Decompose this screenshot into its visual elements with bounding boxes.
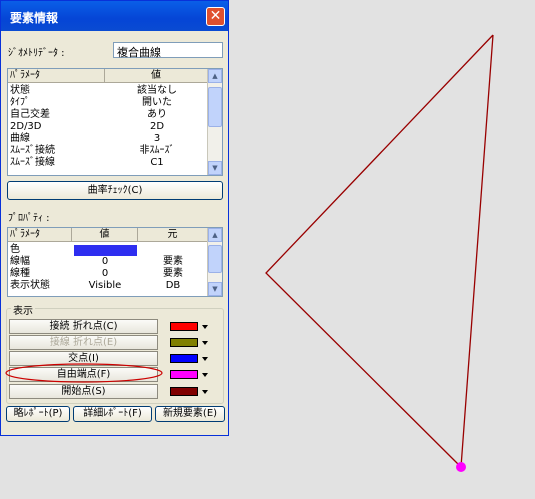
connect-vertex-color[interactable] <box>170 322 198 331</box>
table-row-value: C1 <box>150 157 164 168</box>
prop-row-param: 線幅 <box>10 256 30 267</box>
scroll-down-button[interactable]: ▼ <box>208 161 222 175</box>
start-point-button[interactable]: 開始点(S) <box>9 384 158 399</box>
table-row-value: 3 <box>153 133 161 144</box>
table-row-value: 非ｽﾑｰｽﾞ <box>139 145 175 156</box>
table-row-param: 曲線 <box>10 133 30 144</box>
chevron-down-icon: ▼ <box>212 164 218 172</box>
detail-report-button[interactable]: 詳細ﾚﾎﾟｰﾄ(F) <box>73 406 152 422</box>
parameter-table[interactable]: ﾊﾟﾗﾒｰﾀ 値 状態 該当なし ﾀｲﾌﾟ 開いた 自己交差 あり 2D/3D … <box>7 68 223 176</box>
table-row-value: 該当なし <box>137 85 177 96</box>
chevron-down-icon[interactable] <box>202 357 208 361</box>
chevron-down-icon[interactable] <box>202 373 208 377</box>
properties-scrollbar[interactable]: ▲ ▼ <box>207 228 222 296</box>
value-col-header[interactable]: 値 <box>105 69 208 83</box>
brief-report-button[interactable]: 略ﾚﾎﾟｰﾄ(P) <box>6 406 70 422</box>
table-row-param: 2D/3D <box>10 121 42 132</box>
table-row-value: 2D <box>149 121 165 132</box>
properties-table[interactable]: ﾊﾟﾗﾒｰﾀ 値 元 色 線幅 0 要素 線種 0 要素 表示状態 Visibl… <box>7 227 223 297</box>
geometry-field: 複合曲線 <box>113 42 223 59</box>
table-row-param: 自己交差 <box>10 109 50 120</box>
element-info-dialog: 要素情報 ✕ ｼﾞｵﾒﾄﾘﾃﾞｰﾀ : 複合曲線 ﾊﾟﾗﾒｰﾀ 値 状態 該当な… <box>0 0 229 436</box>
close-icon: ✕ <box>209 8 222 24</box>
prop-row-source: 要素 <box>163 268 183 279</box>
table-row-param: ｽﾑｰｽﾞ接線 <box>10 157 55 168</box>
table-row-value: あり <box>147 109 167 120</box>
free-endpoint-color[interactable] <box>170 370 198 379</box>
prop-row-param: 線種 <box>10 268 30 279</box>
tangent-vertex-button[interactable]: 接線 折れ点(E) <box>9 335 158 350</box>
prop-row-source: 要素 <box>163 256 183 267</box>
prop-row-value: 0 <box>101 268 109 279</box>
prop-row-source: DB <box>165 280 181 291</box>
intersection-color[interactable] <box>170 354 198 363</box>
chevron-down-icon: ▼ <box>212 285 218 293</box>
prop-param-col-header[interactable]: ﾊﾟﾗﾒｰﾀ <box>8 228 72 242</box>
chevron-up-icon: ▲ <box>212 72 218 80</box>
table-row-param: 状態 <box>10 85 30 96</box>
scroll-up-button[interactable]: ▲ <box>208 228 222 242</box>
highlight-ellipse <box>5 363 163 383</box>
chevron-down-icon[interactable] <box>202 390 208 394</box>
color-value-swatch[interactable] <box>74 245 137 256</box>
chevron-up-icon: ▲ <box>212 231 218 239</box>
prop-row-value: 0 <box>101 256 109 267</box>
chevron-down-icon[interactable] <box>202 341 208 345</box>
scroll-down-button[interactable]: ▼ <box>208 282 222 296</box>
prop-row-param: 色 <box>10 244 20 255</box>
chevron-down-icon[interactable] <box>202 325 208 329</box>
curvature-check-button[interactable]: 曲率ﾁｪｯｸ(C) <box>7 181 223 200</box>
table-row-param: ｽﾑｰｽﾞ接続 <box>10 145 55 156</box>
prop-row-param: 表示状態 <box>10 280 50 291</box>
free-endpoint-marker[interactable] <box>456 462 466 472</box>
title-bar[interactable]: 要素情報 ✕ <box>1 1 228 31</box>
prop-value-col-header[interactable]: 値 <box>72 228 138 242</box>
geometry-label: ｼﾞｵﾒﾄﾘﾃﾞｰﾀ : <box>8 48 65 59</box>
parameter-scrollbar[interactable]: ▲ ▼ <box>207 69 222 175</box>
properties-label: ﾌﾟﾛﾊﾟﾃｨ : <box>8 213 50 224</box>
dialog-title: 要素情報 <box>10 11 59 25</box>
scroll-up-button[interactable]: ▲ <box>208 69 222 83</box>
scroll-thumb[interactable] <box>208 245 222 273</box>
start-point-color[interactable] <box>170 387 198 396</box>
table-row-value: 開いた <box>142 97 172 108</box>
geometry-value: 複合曲線 <box>117 46 161 59</box>
scroll-thumb[interactable] <box>208 87 222 127</box>
display-group-title: 表示 <box>11 302 35 317</box>
prop-row-value: Visible <box>88 280 122 291</box>
prop-source-col-header[interactable]: 元 <box>138 228 208 242</box>
param-col-header[interactable]: ﾊﾟﾗﾒｰﾀ <box>8 69 105 83</box>
close-button[interactable]: ✕ <box>206 7 225 26</box>
compound-curve[interactable] <box>265 34 494 469</box>
connect-vertex-button[interactable]: 接続 折れ点(C) <box>9 319 158 334</box>
table-row-param: ﾀｲﾌﾟ <box>10 97 30 108</box>
tangent-vertex-color[interactable] <box>170 338 198 347</box>
new-element-button[interactable]: 新規要素(E) <box>155 406 225 422</box>
